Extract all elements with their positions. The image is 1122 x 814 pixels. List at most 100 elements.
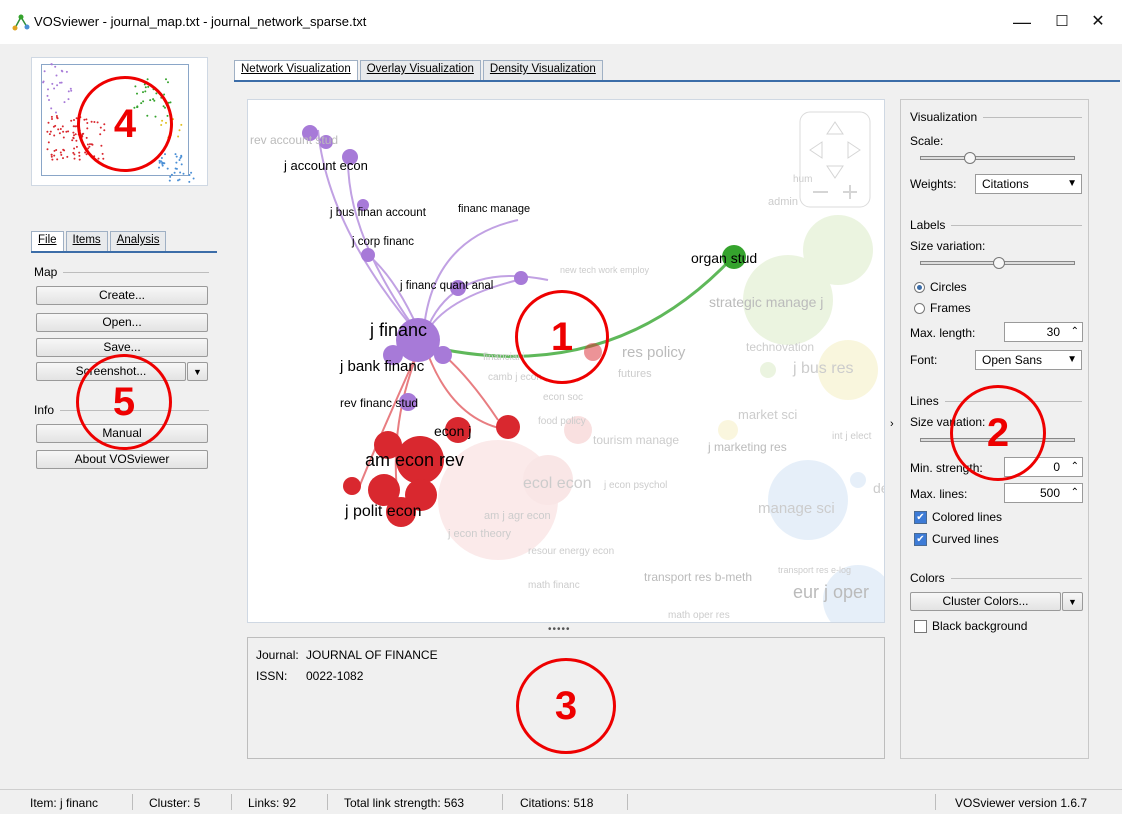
overview-dot [78, 151, 81, 154]
scale-slider[interactable] [920, 152, 1075, 164]
colors-text: Colors [910, 571, 945, 585]
font-select[interactable]: Open Sans ▼ [975, 350, 1082, 370]
annotation-5: 5 [76, 354, 172, 450]
bg-node-green [760, 362, 776, 378]
journal-label: Journal: [256, 648, 299, 662]
overview-dot [50, 115, 53, 118]
node [514, 271, 528, 285]
status-item: Item: j financ [30, 796, 99, 810]
max-lines-label: Max. lines: [910, 487, 968, 501]
max-length-input[interactable]: 30 ⌃ [1004, 322, 1083, 342]
font-label: Font: [910, 353, 938, 367]
overview-dot [182, 172, 185, 175]
status-citations: Citations: 518 [520, 796, 594, 810]
tab-items[interactable]: Items [65, 231, 108, 251]
tab-file[interactable]: File [31, 231, 64, 251]
label-math-financ: math financ [528, 580, 580, 591]
overview-dot [168, 179, 171, 182]
overview-dot [78, 154, 81, 157]
close-button[interactable]: ✕ [1078, 8, 1118, 36]
cluster-colors-dropdown[interactable]: ▼ [1062, 592, 1083, 611]
overview-dot [75, 139, 78, 142]
scale-slider-knob[interactable] [963, 152, 976, 164]
splitter-handle[interactable]: ••••• [548, 624, 571, 635]
chevron-down-icon: ▼ [1067, 178, 1077, 189]
maximize-button[interactable]: ☐ [1042, 8, 1082, 36]
overview-dot [174, 153, 177, 156]
label-food-policy: food policy [538, 416, 586, 427]
window-title: VOSviewer - journal_map.txt - journal_ne… [34, 14, 367, 29]
label-strategic-manage-j: strategic manage j [709, 294, 824, 310]
max-length-value: 30 [1046, 325, 1060, 339]
label-transport-res: transport res b-meth [644, 570, 753, 584]
circles-radio[interactable]: Circles [914, 280, 967, 294]
overview-dot [61, 70, 64, 73]
label-manage-sci: manage sci [758, 500, 835, 517]
label-hum: hum [793, 174, 813, 185]
scale-label: Scale: [910, 134, 944, 148]
label-am-j-agr-econ: am j agr econ [484, 510, 551, 522]
overview-dot [63, 101, 66, 104]
chevron-down-icon: ▼ [1067, 354, 1077, 365]
tab-density-visualization[interactable]: Density Visualization [482, 60, 603, 80]
status-cluster: Cluster: 5 [149, 796, 201, 810]
overview-dot [59, 81, 61, 84]
colored-lines-checkbox[interactable]: ✔ Colored lines [914, 510, 1002, 524]
create-button[interactable]: Create... [36, 286, 208, 305]
overview-dot [73, 153, 76, 156]
spinner-icon[interactable]: ⌃ [1071, 458, 1079, 476]
circles-label: Circles [930, 280, 967, 294]
curved-lines-checkbox[interactable]: ✔ Curved lines [914, 532, 999, 546]
weights-select[interactable]: Citations ▼ [975, 174, 1082, 194]
label-math-oper-res: math oper res [668, 610, 730, 621]
label-j-bus-res: j bus res [793, 360, 854, 377]
collapse-panel-arrow-icon[interactable]: › [890, 418, 894, 430]
overview-dot [46, 94, 49, 97]
cluster-colors-button[interactable]: Cluster Colors... [910, 592, 1061, 611]
minimize-button[interactable]: — [1002, 8, 1042, 36]
black-background-checkbox[interactable]: Black background [914, 619, 1027, 633]
checkmark-icon: ✔ [914, 532, 927, 546]
overview-dot [169, 101, 172, 104]
label-size-slider[interactable] [920, 257, 1075, 269]
overview-dot [55, 111, 57, 114]
label-ecol-econ: ecol econ [523, 475, 592, 492]
tab-items-label: Items [72, 234, 101, 246]
frames-radio[interactable]: Frames [914, 301, 971, 315]
open-button[interactable]: Open... [36, 313, 208, 332]
label-j-econ-psychol: j econ psychol [604, 480, 668, 491]
about-button[interactable]: About VOSviewer [36, 450, 208, 469]
main-tab-border [234, 80, 1120, 83]
overview-dot [188, 180, 191, 183]
status-links: Links: 92 [248, 796, 297, 810]
weights-value: Citations [982, 177, 1029, 191]
label-market-sci: market sci [738, 407, 798, 422]
overview-dot [192, 177, 195, 180]
label-size-slider-knob[interactable] [992, 257, 1005, 269]
overview-dot [74, 125, 77, 128]
overview-dot [160, 157, 163, 159]
overview-dot [72, 131, 75, 134]
overview-dot [70, 119, 73, 122]
annotation-4: 4 [77, 76, 173, 172]
max-lines-input[interactable]: 500 ⌃ [1004, 483, 1083, 503]
overview-dot [62, 148, 65, 151]
overview-dot [71, 139, 74, 142]
spinner-icon[interactable]: ⌃ [1071, 484, 1079, 502]
overview-dot [180, 154, 183, 157]
overview-dot [146, 78, 149, 81]
screenshot-dropdown-button[interactable]: ▼ [187, 362, 208, 381]
overview-dot [65, 70, 68, 73]
tab-analysis[interactable]: Analysis [109, 231, 167, 251]
spinner-icon[interactable]: ⌃ [1071, 323, 1079, 341]
label-j-financ: j financ [370, 320, 428, 340]
divider [231, 794, 232, 810]
label-j-corp-financ: j corp financ [352, 236, 415, 248]
tab-network-visualization[interactable]: Network Visualization [234, 60, 358, 80]
bg-node-blue [850, 472, 866, 488]
tab-overlay-visualization[interactable]: Overlay Visualization [359, 60, 481, 80]
overview-dot [166, 167, 169, 170]
label-technovation: technovation [746, 340, 815, 354]
max-length-label: Max. length: [910, 326, 976, 340]
overview-dot [158, 166, 160, 169]
